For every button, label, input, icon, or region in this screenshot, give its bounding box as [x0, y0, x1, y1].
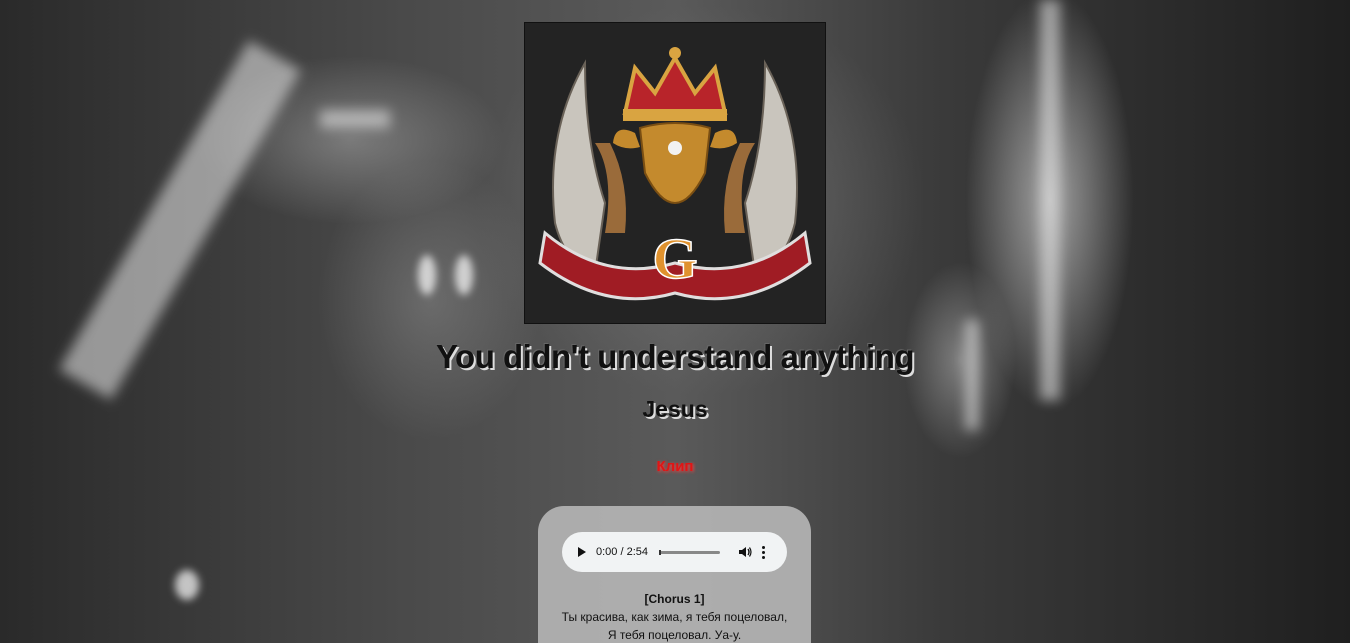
- lyrics-section-heading: [Chorus 1]: [644, 592, 705, 606]
- artist-name: Jesus: [642, 396, 708, 422]
- bg-light-dot: [418, 255, 436, 295]
- bg-light-dot: [175, 570, 199, 600]
- more-options-icon[interactable]: [762, 545, 766, 559]
- bg-light-beam: [320, 110, 390, 128]
- player-time: 0:00 / 2:54: [596, 546, 648, 558]
- lyrics-line: Ты красива, как зима, я тебя поцеловал,: [561, 610, 788, 624]
- seek-bar[interactable]: [659, 549, 720, 555]
- clip-link[interactable]: Клип: [0, 458, 1350, 475]
- album-crest-artwork: G: [525, 23, 825, 323]
- lyrics-text: [Chorus 1] Ты красива, как зима, я тебя …: [538, 590, 811, 643]
- audio-player[interactable]: 0:00 / 2:54: [562, 532, 787, 572]
- lyrics-panel: 0:00 / 2:54 [Chorus 1] Ты красива, как з…: [538, 506, 811, 643]
- svg-text:G: G: [652, 226, 697, 291]
- album-cover: G: [525, 23, 825, 323]
- lyrics-line: Я тебя поцеловал. Уа-у.: [607, 628, 742, 642]
- page-background: G You didn't understand anything Jesus К…: [0, 0, 1350, 643]
- bg-light-dot: [455, 255, 473, 295]
- seek-knob[interactable]: [659, 549, 661, 555]
- volume-icon[interactable]: [738, 545, 752, 559]
- song-title: You didn't understand anything: [435, 338, 915, 375]
- play-icon[interactable]: [578, 547, 586, 557]
